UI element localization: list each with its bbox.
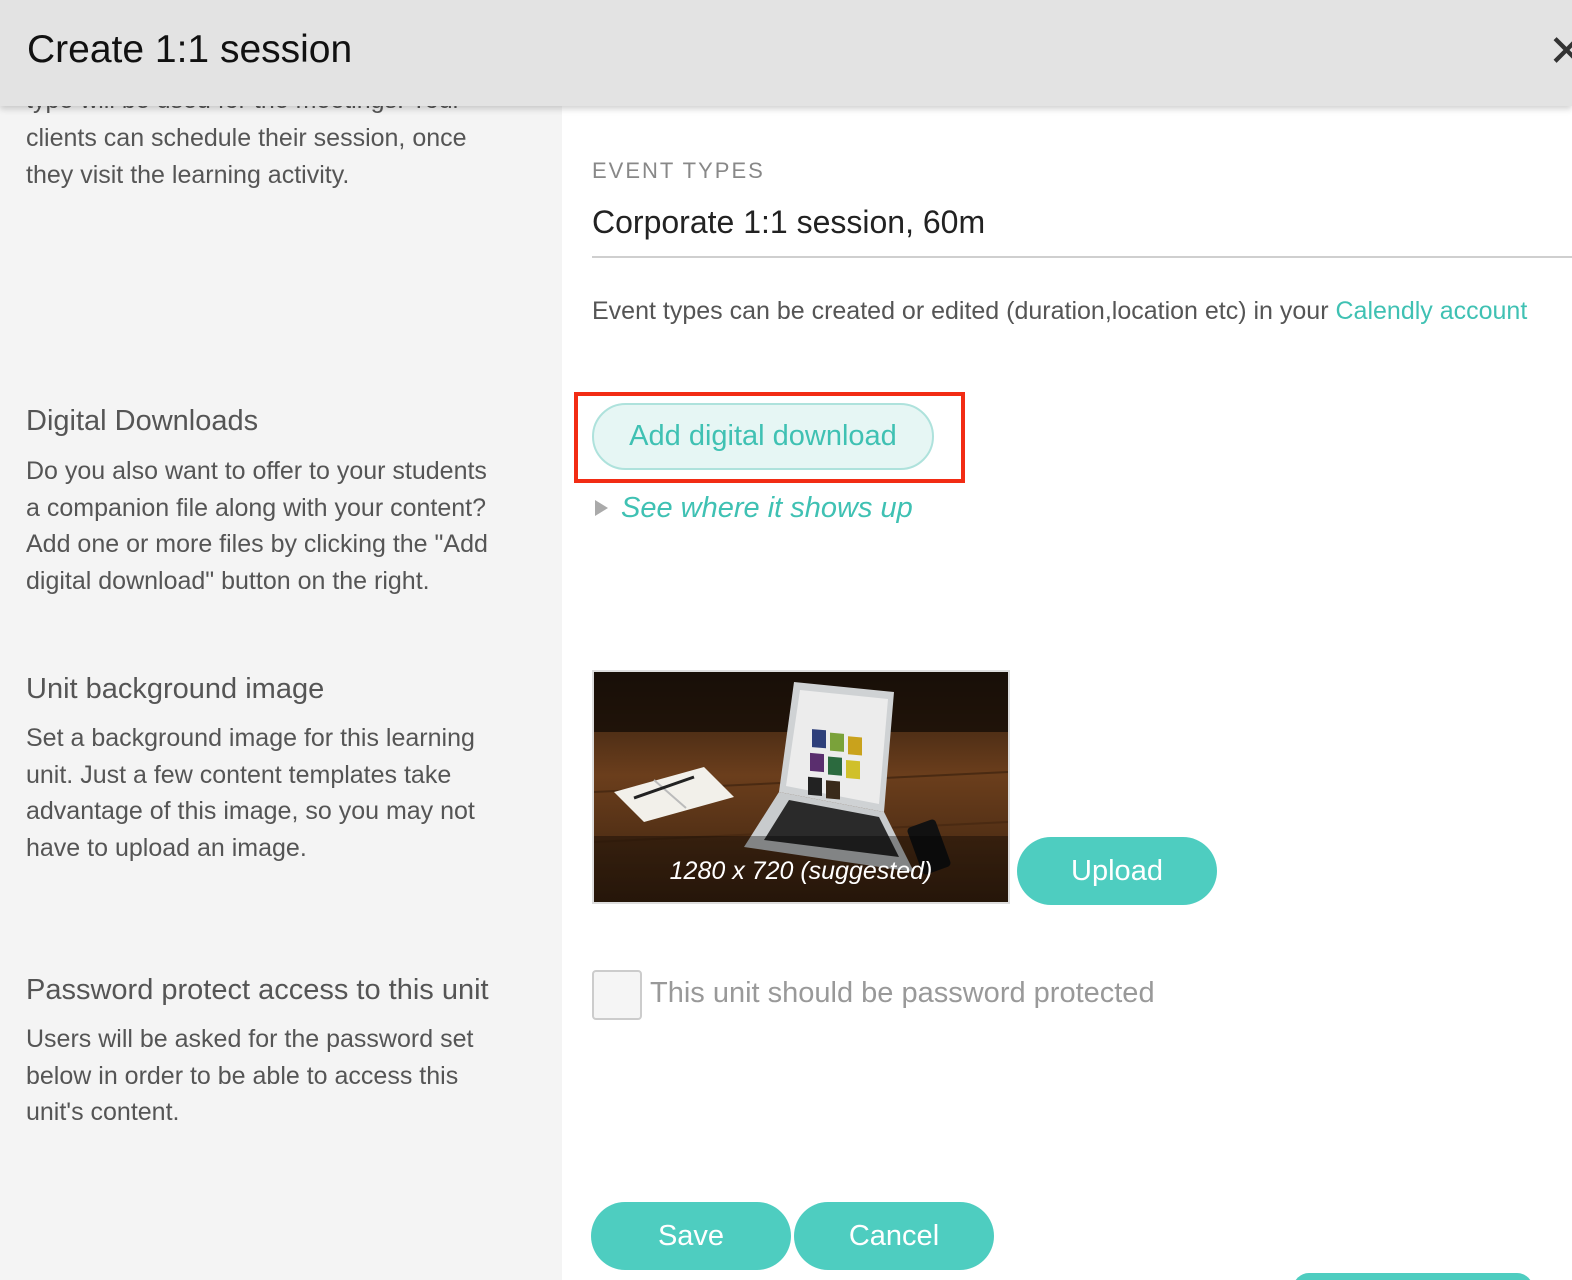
- description-line: Set a background image for this learning: [26, 724, 475, 752]
- cancel-button[interactable]: Cancel: [794, 1202, 994, 1270]
- description-line: a companion file along with your content…: [26, 493, 487, 522]
- upload-button[interactable]: Upload: [1017, 837, 1217, 905]
- description-line: below in order to be able to access this: [26, 1061, 459, 1090]
- event-types-label: EVENT TYPES: [592, 158, 765, 183]
- password-heading: Password protect access to this unit: [26, 974, 489, 1006]
- disclosure-triangle-icon[interactable]: [595, 500, 608, 516]
- password-protect-label[interactable]: This unit should be password protected: [650, 977, 1155, 1010]
- digital-downloads-description: Do you also want to offer to your studen…: [26, 453, 536, 599]
- description-line: have to upload an image.: [26, 833, 307, 862]
- description-line: Users will be asked for the password set: [26, 1025, 474, 1053]
- description-line: digital download" button on the right.: [26, 566, 430, 595]
- description-line: Add one or more files by clicking the "A…: [26, 530, 488, 558]
- save-button[interactable]: Save: [591, 1202, 791, 1270]
- background-image-heading: Unit background image: [26, 673, 325, 705]
- event-types-select[interactable]: Corporate 1:1 session, 60m: [592, 204, 985, 241]
- background-image-preview[interactable]: 1280 x 720 (suggested): [592, 670, 1010, 904]
- background-image-description: Set a background image for this learning…: [26, 720, 536, 866]
- close-icon[interactable]: ✕: [1548, 30, 1572, 74]
- event-types-help-text: Event types can be created or edited (du…: [592, 297, 1329, 325]
- password-description: Users will be asked for the password set…: [26, 1021, 536, 1131]
- description-line: unit. Just a few content templates take: [26, 760, 452, 789]
- image-size-caption: 1280 x 720 (suggested): [594, 836, 1008, 902]
- modal-header: Create 1:1 session ✕: [0, 0, 1572, 106]
- description-line: Do you also want to offer to your studen…: [26, 457, 487, 485]
- event-types-help: Event types can be created or edited (du…: [592, 297, 1527, 326]
- calendly-account-link[interactable]: Calendly account: [1336, 297, 1528, 325]
- password-protect-checkbox[interactable]: [592, 970, 642, 1020]
- right-form-column: [562, 0, 1572, 1280]
- description-line: unit's content.: [26, 1098, 180, 1126]
- event-types-underline: [592, 256, 1572, 258]
- modal-title: Create 1:1 session: [27, 28, 353, 71]
- add-digital-download-button[interactable]: Add digital download: [592, 403, 934, 470]
- intro-line: clients can schedule their session, once: [26, 124, 467, 152]
- intro-text: clients can schedule their session, once…: [26, 120, 536, 193]
- see-where-it-shows-up-link[interactable]: See where it shows up: [621, 492, 913, 525]
- offscreen-button[interactable]: [1293, 1273, 1533, 1280]
- digital-downloads-heading: Digital Downloads: [26, 405, 259, 437]
- intro-line: they visit the learning activity.: [26, 160, 350, 189]
- description-line: advantage of this image, so you may not: [26, 797, 475, 825]
